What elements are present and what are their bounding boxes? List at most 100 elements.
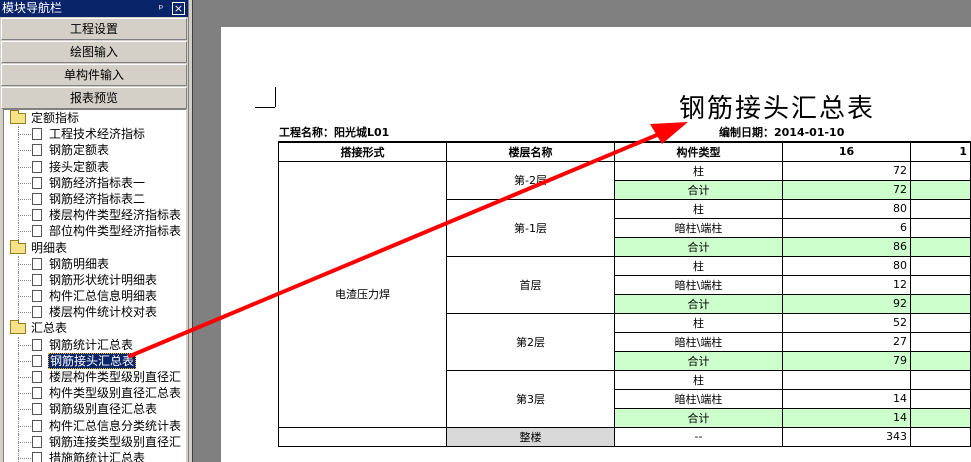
value-16-cell: 6 — [782, 217, 911, 238]
tree-connector — [18, 231, 31, 233]
tree-item[interactable]: 部位构件类型经济指标表 — [4, 223, 186, 240]
tree-item[interactable]: 钢筋连接类型级别直径汇 — [4, 433, 186, 450]
nav-button-single-component-input[interactable]: 单构件输入 — [1, 64, 187, 86]
nav-button-project-settings[interactable]: 工程设置 — [1, 18, 187, 40]
document-icon — [32, 387, 42, 400]
joint-summary-table: 搭接形式 楼层名称 构件类型 16 1 电渣压力焊 第-2层柱 72 合计 72 第-1层… — [278, 141, 971, 447]
document-icon — [32, 338, 42, 351]
tree-connector — [18, 134, 31, 136]
value-next-cell — [910, 312, 971, 333]
close-icon[interactable]: × — [172, 2, 185, 15]
value-16-cell: 86 — [782, 236, 911, 257]
tree-item[interactable]: 楼层构件类型经济指标表 — [4, 207, 186, 224]
value-next-cell — [910, 331, 971, 352]
document-icon — [32, 403, 42, 416]
component-type-cell: 柱 — [614, 255, 783, 276]
tree-item-label: 钢筋定额表 — [49, 143, 110, 158]
pin-icon[interactable]: ᵖ — [154, 0, 168, 17]
floor-name-cell: 整楼 — [446, 426, 615, 447]
value-16-cell: 14 — [782, 388, 911, 409]
tree-folder[interactable]: 定额指标 — [4, 110, 186, 126]
tree-item[interactable]: 钢筋统计汇总表 — [4, 336, 186, 353]
document-icon — [32, 225, 42, 238]
tree-item[interactable]: 构件汇总信息明细表 — [4, 288, 186, 305]
tree-folder-label: 明细表 — [31, 240, 68, 255]
tree-folder-label: 定额指标 — [31, 111, 80, 125]
tree-item[interactable]: 措施筋统计汇总表 — [4, 449, 186, 462]
value-16-cell: 80 — [782, 255, 911, 276]
value-next-cell — [910, 293, 971, 314]
value-16-cell: 12 — [782, 274, 911, 295]
tree-item[interactable]: 钢筋经济指标表二 — [4, 190, 186, 208]
value-next-cell — [910, 274, 971, 295]
document-icon — [32, 209, 42, 222]
tree-item[interactable]: 钢筋形状统计明细表 — [4, 271, 186, 289]
tree-item[interactable]: 钢筋定额表 — [4, 142, 186, 159]
folder-icon — [10, 320, 26, 335]
nav-button-drawing-input[interactable]: 绘图输入 — [1, 41, 187, 63]
folder-icon — [10, 110, 26, 124]
tree-connector — [18, 312, 31, 314]
document-icon — [32, 354, 42, 367]
header-floor-name: 楼层名称 — [446, 141, 615, 162]
component-type-cell: 合计 — [614, 179, 783, 200]
tree-item-label: 钢筋连接类型级别直径汇 — [49, 434, 182, 449]
component-type-cell: 暗柱\端柱 — [614, 331, 783, 352]
document-icon — [32, 451, 42, 462]
component-type-cell: 柱 — [614, 160, 783, 181]
document-icon — [32, 273, 42, 286]
document-icon — [32, 257, 42, 270]
tree-item-label: 钢筋级别直径汇总表 — [49, 402, 158, 417]
crop-mark — [275, 87, 276, 107]
tree-item[interactable]: 钢筋明细表 — [4, 255, 186, 272]
component-type-cell: 柱 — [614, 198, 783, 219]
tree-connector — [18, 215, 31, 217]
tree-item-label: 措施筋统计汇总表 — [49, 450, 146, 462]
tree-folder[interactable]: 汇总表 — [4, 320, 186, 336]
floor-name-cell: 第3层 — [446, 369, 615, 428]
tree-connector — [18, 449, 19, 462]
tree-item-label: 钢筋明细表 — [49, 256, 110, 271]
tree-connector — [18, 360, 31, 362]
table-row-whole-building: 整楼 -- 343 — [278, 426, 971, 447]
table-header-row: 搭接形式 楼层名称 构件类型 16 1 — [278, 141, 971, 162]
document-icon — [32, 419, 42, 432]
app-window: 模块导航栏 ᵖ × 工程设置 绘图输入 单构件输入 报表预览 定额指标 工程技术经… — [0, 0, 971, 462]
tree-item[interactable]: 楼层构件类型级别直径汇 — [4, 369, 186, 386]
module-navigation-panel: 模块导航栏 ᵖ × 工程设置 绘图输入 单构件输入 报表预览 定额指标 工程技术经… — [0, 0, 189, 462]
component-type-cell: 柱 — [614, 312, 783, 333]
tree-item[interactable]: 楼层构件统计校对表 — [4, 304, 186, 321]
tree-item-label: 构件汇总信息分类统计表 — [49, 418, 182, 433]
document-icon — [32, 176, 42, 189]
value-16-cell: 80 — [782, 198, 911, 219]
tree-item[interactable]: 工程技术经济指标 — [4, 126, 186, 143]
tree-item[interactable]: 钢筋级别直径汇总表 — [4, 401, 186, 418]
tree-folder[interactable]: 明细表 — [4, 239, 186, 256]
tree-item-label: 楼层构件类型经济指标表 — [49, 208, 182, 223]
report-tree: 定额指标 工程技术经济指标 钢筋定额表 接头定额表 钢筋经济指标表一 钢筋经济指标表二楼层… — [3, 109, 186, 462]
tree-item-label: 钢筋经济指标表二 — [49, 191, 146, 206]
floor-name-cell: 第2层 — [446, 312, 615, 371]
tree-item[interactable]: 钢筋接头汇总表 — [4, 352, 186, 369]
value-next-cell — [910, 426, 971, 447]
tree-connector — [18, 279, 31, 281]
component-type-cell: 暗柱\端柱 — [614, 217, 783, 238]
value-next-cell — [910, 255, 971, 276]
tree-item[interactable]: 钢筋经济指标表一 — [4, 174, 186, 191]
folder-icon — [10, 239, 26, 254]
document-icon — [32, 160, 42, 173]
nav-title: 模块导航栏 — [2, 1, 63, 15]
report-preview-area[interactable]: 钢筋接头汇总表 工程名称：阳光城L01 编制日期：2014-01-10 搭接形式… — [192, 0, 971, 462]
value-16-cell — [782, 369, 911, 390]
tree-item[interactable]: 构件汇总信息分类统计表 — [4, 417, 186, 434]
tree-connector — [18, 182, 31, 184]
component-type-cell: -- — [614, 426, 783, 447]
nav-button-report-preview[interactable]: 报表预览 — [1, 87, 187, 109]
tree-item-label: 钢筋统计汇总表 — [49, 337, 134, 352]
component-type-cell: 合计 — [614, 236, 783, 257]
value-next-cell — [910, 160, 971, 181]
value-16-cell: 92 — [782, 293, 911, 314]
tree-item-label: 楼层构件类型级别直径汇 — [49, 370, 182, 384]
tree-item[interactable]: 接头定额表 — [4, 158, 186, 175]
tree-item[interactable]: 构件类型级别直径汇总表 — [4, 385, 186, 402]
